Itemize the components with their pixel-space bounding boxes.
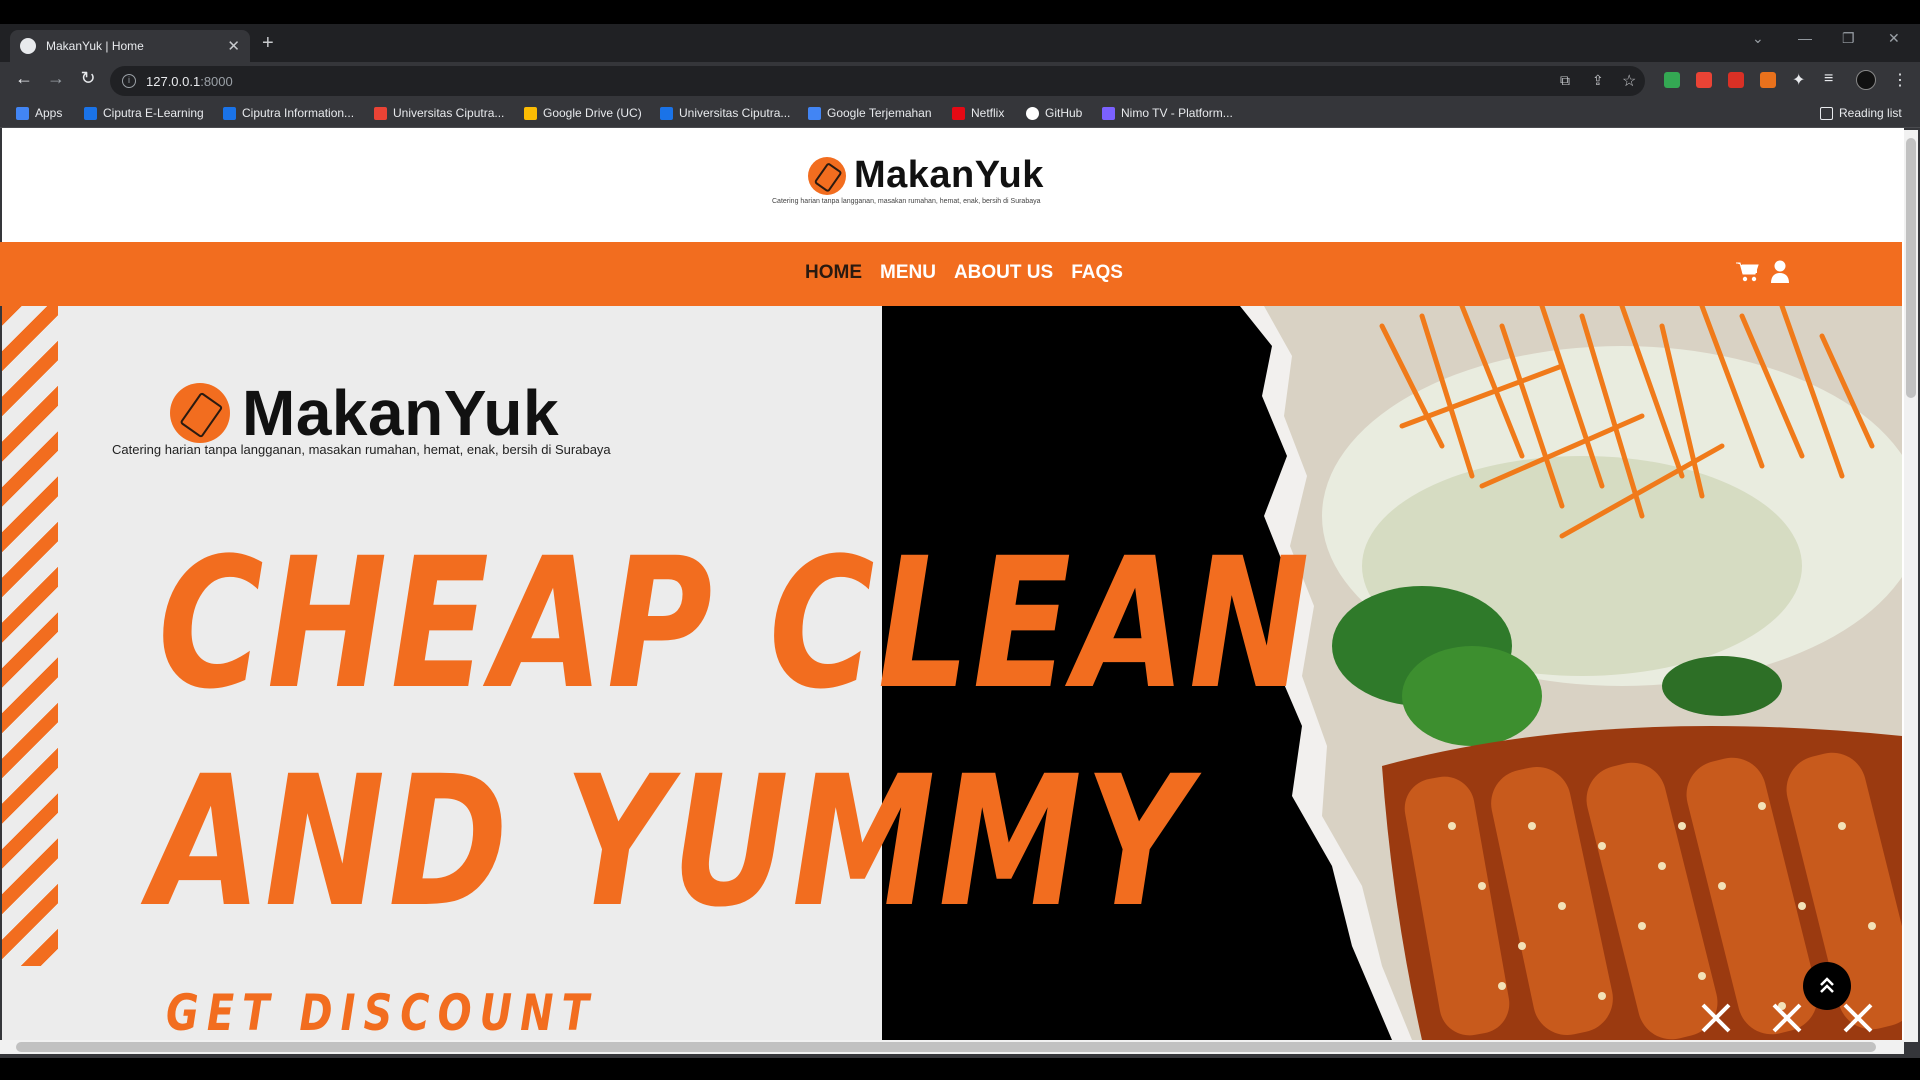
share-icon[interactable]: ⇪ bbox=[1592, 72, 1604, 89]
hero-brand: MakanYuk bbox=[170, 376, 559, 450]
site-info-icon[interactable]: i bbox=[122, 74, 136, 88]
apps-grid-icon bbox=[16, 106, 29, 120]
nav-home[interactable]: HOME bbox=[805, 262, 862, 284]
profile-avatar[interactable] bbox=[1856, 70, 1876, 90]
bookmark-star-icon[interactable]: ☆ bbox=[1622, 71, 1636, 91]
tab-search-icon[interactable]: ⌄ bbox=[1752, 30, 1764, 47]
reload-icon[interactable]: ↻ bbox=[76, 68, 100, 89]
hero-headline-line2: AND YUMMY bbox=[150, 738, 1193, 947]
forward-icon[interactable]: → bbox=[44, 68, 68, 89]
vertical-scrollbar-thumb[interactable] bbox=[1906, 138, 1916, 398]
hero-headline-line1: CHEAP CLEAN bbox=[158, 520, 1313, 729]
github-icon bbox=[1026, 106, 1039, 120]
bookmark-item[interactable]: GitHub bbox=[1026, 106, 1082, 120]
puzzle-icon[interactable]: ✦ bbox=[1792, 70, 1805, 90]
bookmark-item[interactable]: Google Drive (UC) bbox=[524, 106, 642, 120]
bookmark-item[interactable]: Apps bbox=[16, 106, 62, 120]
get-discount-text[interactable]: GET DISCOUNT bbox=[166, 984, 597, 1042]
bookmark-item[interactable]: Ciputra Information... bbox=[223, 106, 354, 120]
bookmark-item[interactable]: Google Terjemahan bbox=[808, 106, 932, 120]
tab-title: MakanYuk | Home bbox=[46, 39, 144, 53]
back-icon[interactable]: ← bbox=[12, 68, 36, 89]
hero-tagline: Catering harian tanpa langganan, masakan… bbox=[112, 442, 611, 457]
close-icon[interactable] bbox=[1771, 1002, 1803, 1034]
screen: MakanYuk | Home ✕ + ⌄ — ❐ ✕ ← → ↻ i 127.… bbox=[0, 0, 1920, 1080]
navbar: HOME MENU ABOUT US FAQS bbox=[0, 242, 1902, 306]
vertical-scrollbar[interactable] bbox=[1904, 130, 1918, 1042]
close-icon[interactable] bbox=[1842, 1002, 1874, 1034]
nav-about-us[interactable]: ABOUT US bbox=[954, 262, 1053, 284]
url-host: 127.0.0.1 bbox=[146, 73, 201, 89]
restore-icon[interactable]: ❐ bbox=[1842, 30, 1855, 47]
bookmark-favicon-icon bbox=[660, 106, 673, 120]
double-chevron-up-icon bbox=[1820, 977, 1834, 993]
bookmark-item[interactable]: Universitas Ciputra... bbox=[660, 106, 790, 120]
drive-icon bbox=[524, 106, 537, 120]
extension-icon[interactable] bbox=[1696, 72, 1712, 88]
nimo-icon bbox=[1102, 106, 1115, 120]
bookmark-item[interactable]: Netflix bbox=[952, 106, 1004, 120]
extension-icon[interactable] bbox=[1664, 72, 1680, 88]
user-icon[interactable] bbox=[1770, 260, 1790, 284]
nav-links: HOME MENU ABOUT US FAQS bbox=[805, 262, 1123, 284]
translate-icon[interactable]: ⧉ bbox=[1560, 72, 1570, 89]
bookmark-item[interactable]: Universitas Ciputra... bbox=[374, 106, 504, 120]
brand-logo-icon bbox=[170, 383, 230, 443]
gmail-icon bbox=[374, 106, 387, 120]
bookmark-favicon-icon bbox=[84, 106, 97, 120]
bookmark-favicon-icon bbox=[223, 106, 236, 120]
tab-active[interactable]: MakanYuk | Home ✕ bbox=[10, 30, 250, 62]
bookmarks-bar: Apps Ciputra E-Learning Ciputra Informat… bbox=[0, 100, 1920, 128]
bookmark-item[interactable]: Nimo TV - Platform... bbox=[1102, 106, 1233, 120]
close-icon[interactable] bbox=[1700, 1002, 1732, 1034]
header-brand[interactable]: MakanYuk bbox=[808, 154, 1044, 197]
brand-logo-icon bbox=[808, 156, 846, 195]
address-bar[interactable]: i 127.0.0.1:8000 ⧉ ⇪ ☆ bbox=[110, 66, 1645, 96]
horizontal-scrollbar[interactable] bbox=[0, 1040, 1904, 1054]
window-close-icon[interactable]: ✕ bbox=[1888, 30, 1900, 47]
minimize-icon[interactable]: — bbox=[1798, 30, 1812, 46]
pdf-extension-icon[interactable] bbox=[1728, 72, 1744, 88]
tab-bar: MakanYuk | Home ✕ + ⌄ — ❐ ✕ bbox=[0, 24, 1920, 62]
translate-favicon-icon bbox=[808, 106, 821, 120]
reading-list[interactable]: Reading list bbox=[1820, 106, 1902, 120]
cart-icon[interactable] bbox=[1736, 261, 1760, 283]
globe-icon bbox=[20, 38, 36, 54]
browser-toolbar: ← → ↻ i 127.0.0.1:8000 ⧉ ⇪ ☆ ✦ ≡ ⋮ bbox=[0, 62, 1920, 100]
bookmark-item[interactable]: Ciputra E-Learning bbox=[84, 106, 204, 120]
extension-icon[interactable] bbox=[1760, 72, 1776, 88]
new-tab-icon[interactable]: + bbox=[262, 32, 274, 55]
media-icon[interactable]: ≡ bbox=[1824, 70, 1833, 88]
nav-menu[interactable]: MENU bbox=[880, 262, 936, 284]
horizontal-scrollbar-thumb[interactable] bbox=[16, 1042, 1876, 1052]
header-tagline: Catering harian tanpa langganan, masakan… bbox=[772, 198, 1041, 205]
url-port: :8000 bbox=[200, 73, 233, 89]
nav-faqs[interactable]: FAQS bbox=[1071, 262, 1123, 284]
tab-close-icon[interactable]: ✕ bbox=[227, 37, 240, 55]
netflix-icon bbox=[952, 106, 965, 120]
hero-brand-name: MakanYuk bbox=[242, 377, 560, 449]
menu-kebab-icon[interactable]: ⋮ bbox=[1892, 70, 1908, 90]
brand-name: MakanYuk bbox=[854, 154, 1044, 196]
reading-list-icon bbox=[1820, 106, 1833, 120]
